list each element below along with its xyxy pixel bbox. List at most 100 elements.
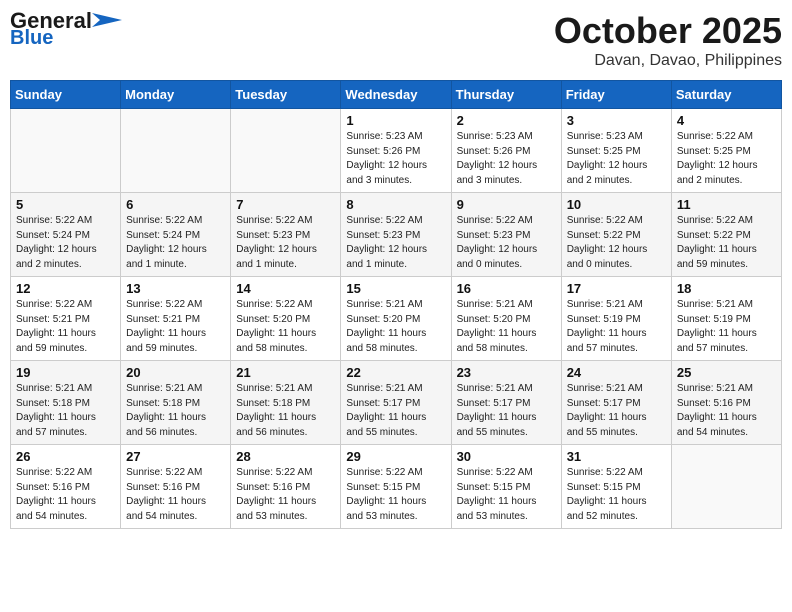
day-cell: 16Sunrise: 5:21 AM Sunset: 5:20 PM Dayli… <box>451 277 561 361</box>
day-cell <box>11 109 121 193</box>
day-info: Sunrise: 5:23 AM Sunset: 5:26 PM Dayligh… <box>457 130 556 188</box>
day-cell: 20 Sunrise: 5:21 AM Sunset: 5:18 PM Dayli… <box>121 361 231 445</box>
day-cell: 17Sunrise: 5:21 AM Sunset: 5:19 PM Dayli… <box>561 277 671 361</box>
day-number: 4 <box>677 113 776 128</box>
day-cell: 13 Sunrise: 5:22 AM Sunset: 5:21 PM Dayli… <box>121 277 231 361</box>
day-cell: 31Sunrise: 5:22 AM Sunset: 5:15 PM Dayli… <box>561 445 671 529</box>
day-info: Sunrise: 5:22 AM Sunset: 5:23 PM Dayligh… <box>236 214 335 272</box>
calendar-header-row: SundayMondayTuesdayWednesdayThursdayFrid… <box>11 81 782 109</box>
day-info: Sunrise: 5:21 AM Sunset: 5:17 PM Dayligh… <box>567 382 666 440</box>
day-info: Sunrise: 5:22 AM Sunset: 5:23 PM Dayligh… <box>457 214 556 272</box>
day-info: Sunrise: 5:22 AM Sunset: 5:21 PM Dayligh… <box>16 298 115 356</box>
day-number: 13 <box>126 281 225 296</box>
day-number: 21 <box>236 365 335 380</box>
day-info: Sunrise: 5:21 AM Sunset: 5:18 PM Dayligh… <box>126 382 225 440</box>
day-info: Sunrise: 5:22 AM Sunset: 5:21 PM Dayligh… <box>126 298 225 356</box>
day-cell: 27 Sunrise: 5:22 AM Sunset: 5:16 PM Dayli… <box>121 445 231 529</box>
day-cell: 24 Sunrise: 5:21 AM Sunset: 5:17 PM Dayli… <box>561 361 671 445</box>
day-cell: 21 Sunrise: 5:21 AM Sunset: 5:18 PM Dayli… <box>231 361 341 445</box>
day-cell: 11 Sunrise: 5:22 AM Sunset: 5:22 PM Dayli… <box>671 193 781 277</box>
day-number: 30 <box>457 449 556 464</box>
month-title: October 2025 <box>554 10 782 52</box>
day-cell: 5Sunrise: 5:22 AM Sunset: 5:24 PM Daylig… <box>11 193 121 277</box>
day-info: Sunrise: 5:22 AM Sunset: 5:16 PM Dayligh… <box>126 466 225 524</box>
day-number: 18 <box>677 281 776 296</box>
day-info: Sunrise: 5:22 AM Sunset: 5:16 PM Dayligh… <box>236 466 335 524</box>
day-cell: 2Sunrise: 5:23 AM Sunset: 5:26 PM Daylig… <box>451 109 561 193</box>
location: Davan, Davao, Philippines <box>554 52 782 70</box>
day-cell: 22 Sunrise: 5:21 AM Sunset: 5:17 PM Dayli… <box>341 361 451 445</box>
day-number: 3 <box>567 113 666 128</box>
day-number: 28 <box>236 449 335 464</box>
week-row-1: 1 Sunrise: 5:23 AM Sunset: 5:26 PM Daylig… <box>11 109 782 193</box>
day-info: Sunrise: 5:21 AM Sunset: 5:16 PM Dayligh… <box>677 382 776 440</box>
header: General Blue October 2025 Davan, Davao, … <box>10 10 782 70</box>
day-cell: 14 Sunrise: 5:22 AM Sunset: 5:20 PM Dayli… <box>231 277 341 361</box>
day-info: Sunrise: 5:22 AM Sunset: 5:24 PM Dayligh… <box>126 214 225 272</box>
day-number: 12 <box>16 281 115 296</box>
day-number: 23 <box>457 365 556 380</box>
week-row-4: 19 Sunrise: 5:21 AM Sunset: 5:18 PM Dayli… <box>11 361 782 445</box>
day-number: 6 <box>126 197 225 212</box>
day-number: 25 <box>677 365 776 380</box>
day-number: 27 <box>126 449 225 464</box>
logo-blue: Blue <box>10 28 53 48</box>
calendar: SundayMondayTuesdayWednesdayThursdayFrid… <box>10 80 782 529</box>
day-info: Sunrise: 5:22 AM Sunset: 5:22 PM Dayligh… <box>677 214 776 272</box>
col-header-saturday: Saturday <box>671 81 781 109</box>
day-cell: 29Sunrise: 5:22 AM Sunset: 5:15 PM Dayli… <box>341 445 451 529</box>
day-info: Sunrise: 5:23 AM Sunset: 5:25 PM Dayligh… <box>567 130 666 188</box>
day-number: 11 <box>677 197 776 212</box>
day-cell <box>231 109 341 193</box>
day-cell: 25 Sunrise: 5:21 AM Sunset: 5:16 PM Dayli… <box>671 361 781 445</box>
logo-arrow-icon <box>92 13 122 27</box>
day-number: 16 <box>457 281 556 296</box>
day-number: 20 <box>126 365 225 380</box>
day-number: 7 <box>236 197 335 212</box>
day-number: 24 <box>567 365 666 380</box>
day-number: 22 <box>346 365 445 380</box>
day-number: 8 <box>346 197 445 212</box>
day-info: Sunrise: 5:21 AM Sunset: 5:18 PM Dayligh… <box>16 382 115 440</box>
logo: General Blue <box>10 10 122 48</box>
day-number: 5 <box>16 197 115 212</box>
day-cell: 18 Sunrise: 5:21 AM Sunset: 5:19 PM Dayli… <box>671 277 781 361</box>
col-header-monday: Monday <box>121 81 231 109</box>
week-row-2: 5 Sunrise: 5:22 AM Sunset: 5:24 PM Daylig… <box>11 193 782 277</box>
day-info: Sunrise: 5:21 AM Sunset: 5:19 PM Dayligh… <box>677 298 776 356</box>
day-info: Sunrise: 5:21 AM Sunset: 5:17 PM Dayligh… <box>346 382 445 440</box>
day-number: 9 <box>457 197 556 212</box>
col-header-wednesday: Wednesday <box>341 81 451 109</box>
day-info: Sunrise: 5:22 AM Sunset: 5:15 PM Dayligh… <box>567 466 666 524</box>
day-cell: 15 Sunrise: 5:21 AM Sunset: 5:20 PM Dayli… <box>341 277 451 361</box>
day-cell: 23Sunrise: 5:21 AM Sunset: 5:17 PM Dayli… <box>451 361 561 445</box>
day-cell: 3 Sunrise: 5:23 AM Sunset: 5:25 PM Daylig… <box>561 109 671 193</box>
col-header-thursday: Thursday <box>451 81 561 109</box>
day-cell: 12 Sunrise: 5:22 AM Sunset: 5:21 PM Dayli… <box>11 277 121 361</box>
day-cell: 26 Sunrise: 5:22 AM Sunset: 5:16 PM Dayli… <box>11 445 121 529</box>
col-header-sunday: Sunday <box>11 81 121 109</box>
day-cell: 30 Sunrise: 5:22 AM Sunset: 5:15 PM Dayli… <box>451 445 561 529</box>
col-header-friday: Friday <box>561 81 671 109</box>
day-info: Sunrise: 5:21 AM Sunset: 5:20 PM Dayligh… <box>346 298 445 356</box>
day-info: Sunrise: 5:22 AM Sunset: 5:25 PM Dayligh… <box>677 130 776 188</box>
day-cell: 8 Sunrise: 5:22 AM Sunset: 5:23 PM Daylig… <box>341 193 451 277</box>
day-number: 26 <box>16 449 115 464</box>
day-info: Sunrise: 5:22 AM Sunset: 5:23 PM Dayligh… <box>346 214 445 272</box>
day-number: 15 <box>346 281 445 296</box>
day-number: 1 <box>346 113 445 128</box>
title-area: October 2025 Davan, Davao, Philippines <box>554 10 782 70</box>
day-cell: 6 Sunrise: 5:22 AM Sunset: 5:24 PM Daylig… <box>121 193 231 277</box>
day-cell: 4 Sunrise: 5:22 AM Sunset: 5:25 PM Daylig… <box>671 109 781 193</box>
day-info: Sunrise: 5:22 AM Sunset: 5:20 PM Dayligh… <box>236 298 335 356</box>
day-info: Sunrise: 5:22 AM Sunset: 5:22 PM Dayligh… <box>567 214 666 272</box>
day-number: 19 <box>16 365 115 380</box>
day-info: Sunrise: 5:22 AM Sunset: 5:15 PM Dayligh… <box>457 466 556 524</box>
day-cell: 28 Sunrise: 5:22 AM Sunset: 5:16 PM Dayli… <box>231 445 341 529</box>
day-cell <box>671 445 781 529</box>
day-info: Sunrise: 5:22 AM Sunset: 5:15 PM Dayligh… <box>346 466 445 524</box>
col-header-tuesday: Tuesday <box>231 81 341 109</box>
day-number: 14 <box>236 281 335 296</box>
day-info: Sunrise: 5:22 AM Sunset: 5:16 PM Dayligh… <box>16 466 115 524</box>
day-info: Sunrise: 5:21 AM Sunset: 5:18 PM Dayligh… <box>236 382 335 440</box>
